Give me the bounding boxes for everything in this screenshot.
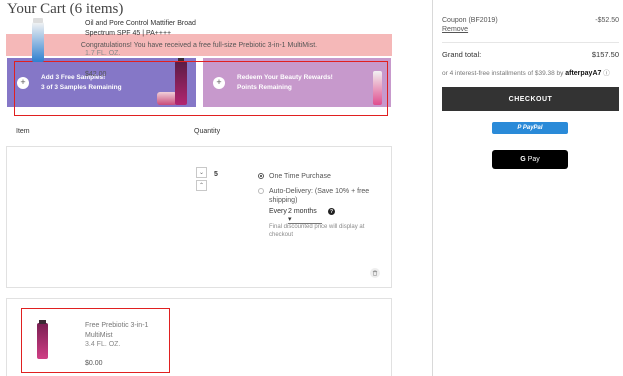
grand-total-label: Grand total:	[442, 50, 482, 59]
frequency-value: 2 months	[288, 208, 317, 215]
page-title: Your Cart (6 items)	[7, 1, 124, 17]
quantity-value: 5	[214, 171, 218, 178]
product-image-mattifier[interactable]	[32, 18, 44, 62]
installments-note: or 4 interest-free installments of $39.3…	[442, 67, 610, 77]
cart-column: Your Cart (6 items) Congratulations! You…	[0, 0, 432, 376]
installments-text: or 4 interest-free installments of $39.3…	[442, 70, 564, 77]
product-size: 3.4 FL. OZ.	[85, 341, 121, 348]
auto-delivery-label[interactable]: Auto-Delivery: (Save 10% + free shipping…	[269, 187, 381, 205]
chevron-up-icon: ⌃	[198, 183, 205, 189]
coupon-label: Coupon (BF2019)	[442, 17, 498, 24]
quantity-decrease-button[interactable]: ⌃	[196, 180, 207, 191]
quantity-increase-button[interactable]: ⌄	[196, 167, 207, 178]
remove-coupon-link[interactable]: Remove	[442, 26, 468, 33]
google-pay-button[interactable]: G Pay	[492, 150, 568, 169]
column-divider	[432, 0, 433, 376]
chevron-down-icon: ▾	[288, 216, 292, 223]
product-image-multimist[interactable]	[37, 320, 48, 359]
one-time-purchase-radio[interactable]	[258, 173, 264, 179]
summary-divider	[442, 42, 619, 43]
product-size: 1.7 FL. OZ.	[85, 50, 121, 57]
frequency-select[interactable]: 2 months ▾	[288, 208, 322, 224]
product-name[interactable]: Oil and Pore Control Mattifier Broad Spe…	[85, 19, 205, 38]
afterpay-logo: afterpayA7	[565, 70, 601, 77]
grand-total-value: $157.50	[591, 50, 619, 59]
help-icon[interactable]: ?	[328, 208, 335, 215]
google-pay-label: Pay	[527, 156, 540, 163]
trash-icon[interactable]	[370, 268, 380, 278]
discount-note: Final discounted price will display at c…	[269, 224, 365, 238]
google-g-icon: G	[520, 156, 526, 163]
coupon-value: -$52.50	[595, 17, 619, 24]
product-price: $0.00	[85, 360, 103, 367]
auto-delivery-radio[interactable]	[258, 188, 264, 194]
one-time-purchase-label[interactable]: One Time Purchase	[269, 172, 331, 181]
frequency-label: Every	[269, 208, 287, 215]
product-price: $42.00	[85, 71, 107, 78]
info-icon[interactable]: ⓘ	[603, 70, 610, 77]
chevron-down-icon: ⌄	[198, 170, 205, 176]
afterpay-mark: A7	[592, 70, 602, 77]
product-name[interactable]: Free Prebiotic 3-in-1 MultiMist	[85, 321, 165, 340]
column-header-item: Item	[16, 128, 30, 135]
highlight-box-tiles	[14, 61, 388, 116]
checkout-button[interactable]: CHECKOUT	[442, 87, 619, 111]
promo-message: Congratulations! You have received a fre…	[80, 41, 318, 49]
column-header-quantity: Quantity	[194, 128, 221, 135]
paypal-button[interactable]: P PayPal	[492, 122, 568, 134]
afterpay-wordmark: afterpay	[565, 70, 593, 77]
